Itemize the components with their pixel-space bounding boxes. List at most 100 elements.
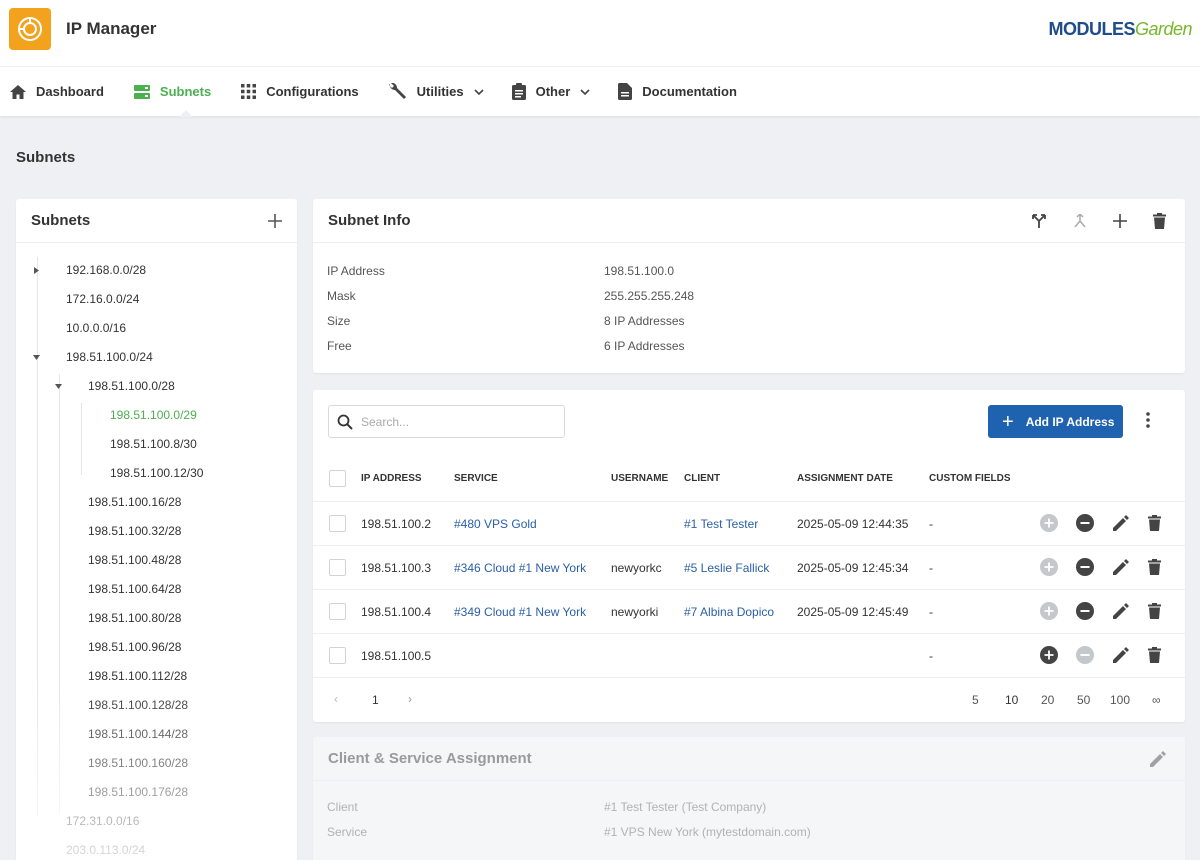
tree-item[interactable]: 198.51.100.16/28 [88,492,181,512]
tree-item[interactable]: 198.51.100.144/28 [88,724,188,744]
edit-assignment-button[interactable] [1149,750,1167,768]
cell-custom: - [929,561,933,575]
delete-button[interactable] [1148,515,1161,531]
cell-custom: - [929,517,933,531]
tree-item-label: 203.0.113.0/24 [66,843,146,857]
cell-custom: - [929,605,933,619]
tree-item[interactable]: 198.51.100.176/28 [88,782,188,802]
edit-button[interactable] [1112,646,1130,664]
tree-item[interactable]: 198.51.100.112/28 [88,666,187,686]
tree-item-label: 198.51.100.144/28 [88,727,189,741]
split-subnet-button[interactable] [1031,213,1047,228]
tree-item[interactable]: 203.0.113.0/24 [66,840,145,860]
add-subnet-child-button[interactable] [1113,213,1127,228]
edit-button[interactable] [1112,514,1130,532]
tree-item[interactable]: 172.16.0.0/24 [66,289,139,309]
column-header-service[interactable]: SERVICE [454,473,498,484]
page-size-option[interactable]: ∞ [1152,693,1161,707]
delete-button[interactable] [1148,603,1161,619]
cell-client-link[interactable]: #1 Test Tester [684,517,758,531]
column-header-ip[interactable]: IP ADDRESS [361,473,422,484]
column-header-date[interactable]: ASSIGNMENT DATE [797,473,893,484]
page-number-current[interactable]: 1 [372,693,379,707]
assign-button[interactable] [1040,558,1058,576]
more-options-button[interactable] [1146,412,1150,428]
page-size-option[interactable]: 20 [1041,693,1054,707]
page-size-option[interactable]: 50 [1077,693,1090,707]
cell-client-link[interactable]: #5 Leslie Fallick [684,561,769,575]
caret-right-icon[interactable] [32,266,40,274]
caret-down-icon[interactable] [32,353,40,361]
delete-button[interactable] [1148,647,1161,663]
plus-circle-icon [1040,646,1058,664]
tree-item[interactable]: 198.51.100.160/28 [88,753,188,773]
caret-down-icon[interactable] [54,382,62,390]
row-checkbox[interactable] [329,603,346,620]
row-checkbox[interactable] [329,559,346,576]
tree-item[interactable]: 198.51.100.128/28 [88,695,188,715]
nav-utilities[interactable]: Utilities [377,67,494,117]
cell-client-link[interactable]: #7 Albina Dopico [684,605,774,619]
tree-item[interactable]: 198.51.100.8/30 [110,434,197,454]
main-nav: Dashboard Subnets Configurations Utiliti… [0,66,1200,117]
unassign-button[interactable] [1076,602,1094,620]
delete-subnet-button[interactable] [1153,212,1166,229]
assign-button[interactable] [1040,514,1058,532]
tree-item[interactable]: 198.51.100.0/28 [54,376,175,396]
select-all-checkbox[interactable] [329,470,346,487]
tree-item[interactable]: 198.51.100.48/28 [88,550,181,570]
subnet-info-header: Subnet Info [313,199,1185,243]
nav-configurations[interactable]: Configurations [231,67,368,117]
column-header-username[interactable]: USERNAME [611,473,668,484]
tree-item-selected[interactable]: 198.51.100.0/29 [110,405,197,425]
cell-ip: 198.51.100.4 [361,605,432,619]
edit-button[interactable] [1112,602,1130,620]
cell-username: newyorki [611,605,659,619]
nav-subnets[interactable]: Subnets [124,67,221,117]
unassign-button[interactable] [1076,514,1094,532]
prev-page-button[interactable]: ‹ [334,692,338,706]
cell-custom: - [929,649,933,663]
plus-icon [268,213,282,228]
column-header-custom[interactable]: CUSTOM FIELDS [929,473,1010,484]
unassign-button[interactable] [1076,646,1094,664]
nav-other[interactable]: Other [502,67,601,117]
nav-documentation[interactable]: Documentation [608,67,747,117]
tree-item[interactable]: 198.51.100.0/24 [32,347,153,367]
tree-item[interactable]: 198.51.100.80/28 [88,608,181,628]
nav-subnets-label: Subnets [159,84,212,99]
assign-button[interactable] [1040,646,1058,664]
tree-item[interactable]: 198.51.100.12/30 [110,463,203,483]
edit-button[interactable] [1112,558,1130,576]
nav-dashboard[interactable]: Dashboard [0,67,114,117]
add-ip-address-button[interactable]: + Add IP Address [988,405,1123,438]
cell-username: newyorkc [611,561,662,575]
next-page-button[interactable]: › [408,692,412,706]
tree-item[interactable]: 172.31.0.0/16 [66,811,139,831]
delete-button[interactable] [1148,559,1161,575]
add-subnet-button[interactable] [268,213,282,228]
page-size-option-active[interactable]: 10 [1005,693,1018,707]
column-header-client[interactable]: CLIENT [684,473,720,484]
cell-service-link[interactable]: #349 Cloud #1 New York [454,605,586,619]
assign-button[interactable] [1040,602,1058,620]
cell-service-link[interactable]: #346 Cloud #1 New York [454,561,586,575]
tree-item[interactable]: 192.168.0.0/28 [33,260,146,280]
cell-service-link[interactable]: #480 VPS Gold [454,517,537,531]
subnets-tree-header: Subnets [16,199,297,243]
tree-item[interactable]: 10.0.0.0/16 [66,318,126,338]
unassign-button[interactable] [1076,558,1094,576]
row-checkbox[interactable] [329,647,346,664]
tree-item[interactable]: 198.51.100.32/28 [88,521,181,541]
tree-item[interactable]: 198.51.100.64/28 [88,579,181,599]
app-logo[interactable] [9,8,51,50]
assignment-header: Client & Service Assignment [313,737,1185,781]
minus-circle-icon [1076,514,1094,532]
search-input[interactable] [361,414,541,429]
row-checkbox[interactable] [329,515,346,532]
tree-item[interactable]: 198.51.100.96/28 [88,637,181,657]
merge-subnet-button[interactable] [1073,213,1087,228]
page-size-option[interactable]: 100 [1110,693,1130,707]
page-size-option[interactable]: 5 [972,693,979,707]
minus-circle-icon [1076,646,1094,664]
